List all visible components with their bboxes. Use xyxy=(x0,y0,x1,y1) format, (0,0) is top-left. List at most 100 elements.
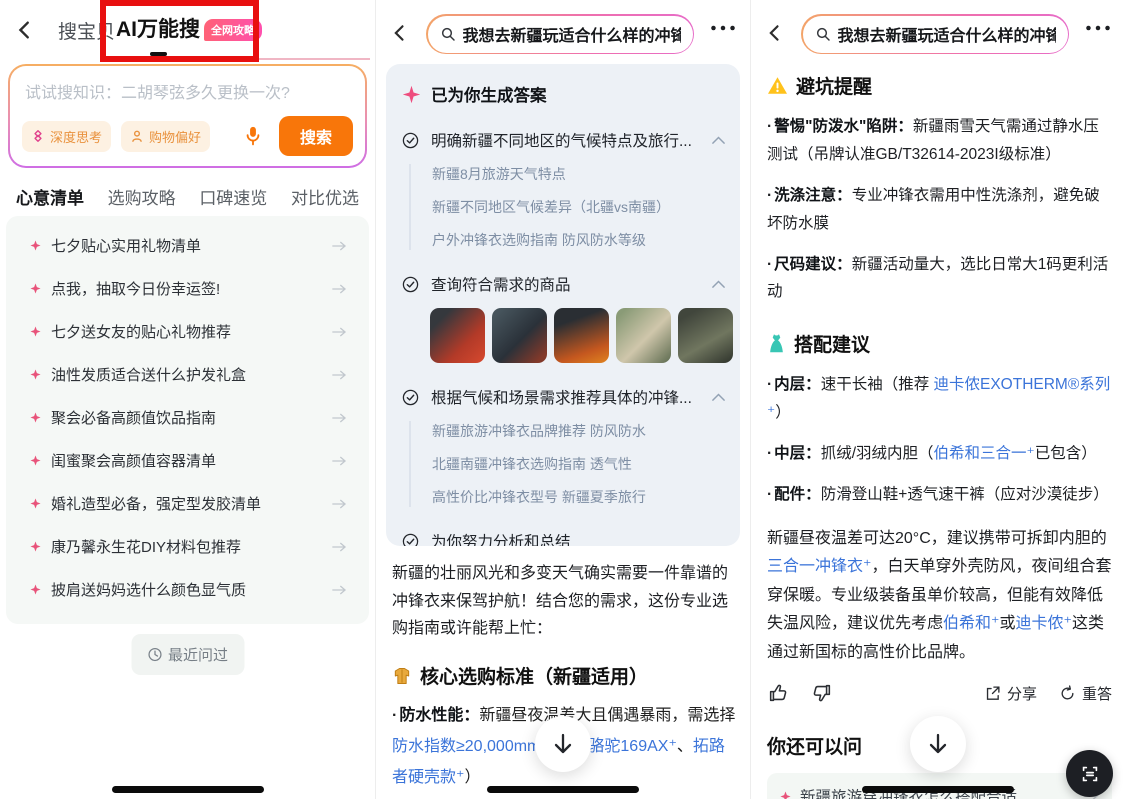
list-item[interactable]: 七夕送女友的贴心礼物推荐 xyxy=(6,310,369,353)
tab-search-goods[interactable]: 搜宝贝 xyxy=(58,17,115,44)
recent-questions-button[interactable]: 最近问过 xyxy=(131,634,244,675)
list-item[interactable]: 聚会必备高颜值饮品指南 xyxy=(6,396,369,439)
list-item[interactable]: 闺蜜聚会高颜值容器清单 xyxy=(6,439,369,482)
diamond-icon xyxy=(30,584,41,595)
link-decathlon[interactable]: 迪卡侬⁺ xyxy=(1015,615,1071,632)
search-input[interactable]: 试试搜知识：二胡琴弦多久更换一次? xyxy=(10,66,365,103)
diamond-icon xyxy=(780,791,791,799)
answer-actions: 分享 重答 xyxy=(767,682,1112,704)
product-thumbnail[interactable] xyxy=(430,308,485,363)
link-pelliot-3in1[interactable]: 伯希和三合一⁺ xyxy=(934,445,1035,462)
active-tab-underline xyxy=(150,52,167,56)
tab-wish-list[interactable]: 心意清单 xyxy=(16,184,84,209)
share-button[interactable]: 分享 xyxy=(984,683,1037,704)
list-item[interactable]: 油性发质适合送什么护发礼盒 xyxy=(6,353,369,396)
deep-think-chip[interactable]: 深度思考 xyxy=(22,121,111,152)
arrow-right-icon xyxy=(331,498,347,510)
scroll-down-button[interactable] xyxy=(910,716,966,772)
panel-ai-answer-bottom: 我想去新疆玩适合什么样的冲锋衣 避坑提醒 ·警惕"防泼水"陷阱：新疆雨雪天气需通… xyxy=(750,0,1125,799)
sub-query[interactable]: 新疆不同地区气候差异（北疆vs南疆） xyxy=(432,197,726,217)
step-sub-queries: 新疆旅游冲锋衣品牌推荐 防风防水 北疆南疆冲锋衣选购指南 透气性 高性价比冲锋衣… xyxy=(409,421,726,507)
chevron-up-icon[interactable] xyxy=(711,279,726,289)
arrow-right-icon xyxy=(331,283,347,295)
tab-compare[interactable]: 对比优选 xyxy=(291,184,359,209)
search-query-pill[interactable]: 我想去新疆玩适合什么样的冲锋衣 xyxy=(426,14,694,54)
suggestion-list: 七夕贴心实用礼物清单 点我，抽取今日份幸运签! 七夕送女友的贴心礼物推荐 油性发… xyxy=(6,216,369,624)
sub-query[interactable]: 新疆8月旅游天气特点 xyxy=(432,164,726,184)
diamond-icon xyxy=(30,498,41,509)
badge-full-web-guide: 全网攻略 xyxy=(204,19,262,41)
link-camel-169ax[interactable]: 骆驼169AX⁺ xyxy=(588,738,677,755)
scroll-down-button[interactable] xyxy=(535,716,591,772)
list-item[interactable]: 点我，抽取今日份幸运签! xyxy=(6,267,369,310)
sub-query[interactable]: 户外冲锋衣选购指南 防风防水等级 xyxy=(432,230,726,250)
summary-paragraph: 新疆昼夜温差可达20°C，建议携带可拆卸内胆的三合一冲锋衣⁺，白天单穿外壳防风，… xyxy=(767,525,1112,667)
tab-buying-guide[interactable]: 选购攻略 xyxy=(108,184,176,209)
diamond-icon xyxy=(30,326,41,337)
progress-step[interactable]: 明确新疆不同地区的气候特点及旅行... xyxy=(402,129,726,151)
arrow-right-icon xyxy=(331,369,347,381)
chevron-up-icon[interactable] xyxy=(711,135,726,145)
arrow-right-icon xyxy=(331,541,347,553)
product-thumbnail[interactable] xyxy=(678,308,733,363)
sub-query[interactable]: 北疆南疆冲锋衣选购指南 透气性 xyxy=(432,454,726,474)
shopping-pref-chip[interactable]: 购物偏好 xyxy=(121,121,210,152)
search-query-pill[interactable]: 我想去新疆玩适合什么样的冲锋衣 xyxy=(801,14,1069,54)
screenshot-scan-button[interactable] xyxy=(1066,750,1113,797)
warning-icon xyxy=(767,76,788,95)
product-thumbnail[interactable] xyxy=(554,308,609,363)
pitfall-list: ·警惕"防泼水"陷阱：新疆雨雪天气需通过静水压测试（吊牌认准GB/T32614-… xyxy=(767,113,1112,306)
sub-query[interactable]: 新疆旅游冲锋衣品牌推荐 防风防水 xyxy=(432,421,726,441)
share-icon xyxy=(984,685,1001,702)
thumbs-up-icon[interactable] xyxy=(767,682,789,704)
diamond-icon xyxy=(30,240,41,251)
link-pelliot[interactable]: 伯希和⁺ xyxy=(943,615,999,632)
sub-query[interactable]: 高性价比冲锋衣型号 新疆夏季旅行 xyxy=(432,487,726,507)
home-indicator xyxy=(112,786,264,793)
outfit-list: ·内层：速干长袖（推荐 迪卡侬EXOTHERM®系列⁺） ·中层：抓绒/羽绒内胆… xyxy=(767,371,1112,509)
outfit-item: ·中层：抓绒/羽绒内胆（伯希和三合一⁺已包含） xyxy=(767,440,1112,468)
pitfall-item: ·尺码建议：新疆活动量大，选比日常大1码更利活动 xyxy=(767,251,1112,307)
magnifier-icon xyxy=(440,26,456,42)
search-button[interactable]: 搜索 xyxy=(279,116,353,156)
left-header: 搜宝贝 AI万能搜 全网攻略 xyxy=(0,0,375,62)
mic-icon[interactable] xyxy=(243,125,263,147)
list-item[interactable]: 七夕贴心实用礼物清单 xyxy=(6,224,369,267)
check-circle-icon xyxy=(402,389,419,406)
arrow-right-icon xyxy=(331,455,347,467)
link-3in1-jacket[interactable]: 三合一冲锋衣⁺ xyxy=(767,558,871,575)
outfit-item: ·配件：防滑登山鞋+透气速干裤（应对沙漠徒步） xyxy=(767,481,1112,509)
diamond-icon xyxy=(30,412,41,423)
chevron-up-icon[interactable] xyxy=(711,392,726,402)
list-item[interactable]: 披肩送妈妈选什么颜色显气质 xyxy=(6,568,369,611)
diamond-icon xyxy=(30,541,41,552)
more-options-icon[interactable] xyxy=(1085,24,1111,32)
product-thumbnail[interactable] xyxy=(492,308,547,363)
sparkle-icon xyxy=(402,85,421,104)
thumbs-down-icon[interactable] xyxy=(811,682,833,704)
retry-button[interactable]: 重答 xyxy=(1059,683,1112,704)
magnifier-icon xyxy=(815,26,831,42)
back-icon[interactable] xyxy=(765,22,785,44)
link-waterproof-index[interactable]: 防水指数≥20,000mm/H xyxy=(392,738,556,755)
progress-step[interactable]: 根据气候和场景需求推荐具体的冲锋... xyxy=(402,386,726,408)
answer-progress-card: 已为你生成答案 明确新疆不同地区的气候特点及旅行... 新疆8月旅游天气特点 新… xyxy=(386,64,740,546)
list-item[interactable]: 婚礼造型必备，强定型发胶清单 xyxy=(6,482,369,525)
tab-reviews[interactable]: 口碑速览 xyxy=(199,184,267,209)
pitfall-heading: 避坑提醒 xyxy=(767,72,1112,99)
tab-ai-universal-search[interactable]: AI万能搜 xyxy=(116,13,200,43)
panel-ai-search-home: 搜宝贝 AI万能搜 全网攻略 试试搜知识：二胡琴弦多久更换一次? 深度思考 xyxy=(0,0,375,799)
pitfall-item: ·警惕"防泼水"陷阱：新疆雨雪天气需通过静水压测试（吊牌认准GB/T32614-… xyxy=(767,113,1112,169)
more-options-icon[interactable] xyxy=(710,24,736,32)
home-indicator xyxy=(487,786,639,793)
list-item[interactable]: 康乃馨永生花DIY材料包推荐 xyxy=(6,525,369,568)
outfit-heading: 搭配建议 xyxy=(767,330,1112,357)
back-icon[interactable] xyxy=(390,22,410,44)
progress-step[interactable]: 为你努力分析和总结 xyxy=(402,530,726,546)
back-icon[interactable] xyxy=(14,18,36,42)
panel-ai-answer-top: 我想去新疆玩适合什么样的冲锋衣 已为你生成答案 明确新疆不同地区的气候特点及旅行… xyxy=(375,0,750,799)
progress-step[interactable]: 查询符合需求的商品 xyxy=(402,273,726,295)
product-thumbnail[interactable] xyxy=(616,308,671,363)
check-circle-icon xyxy=(402,533,419,547)
core-criteria-heading: 核心选购标准（新疆适用） xyxy=(392,662,648,689)
